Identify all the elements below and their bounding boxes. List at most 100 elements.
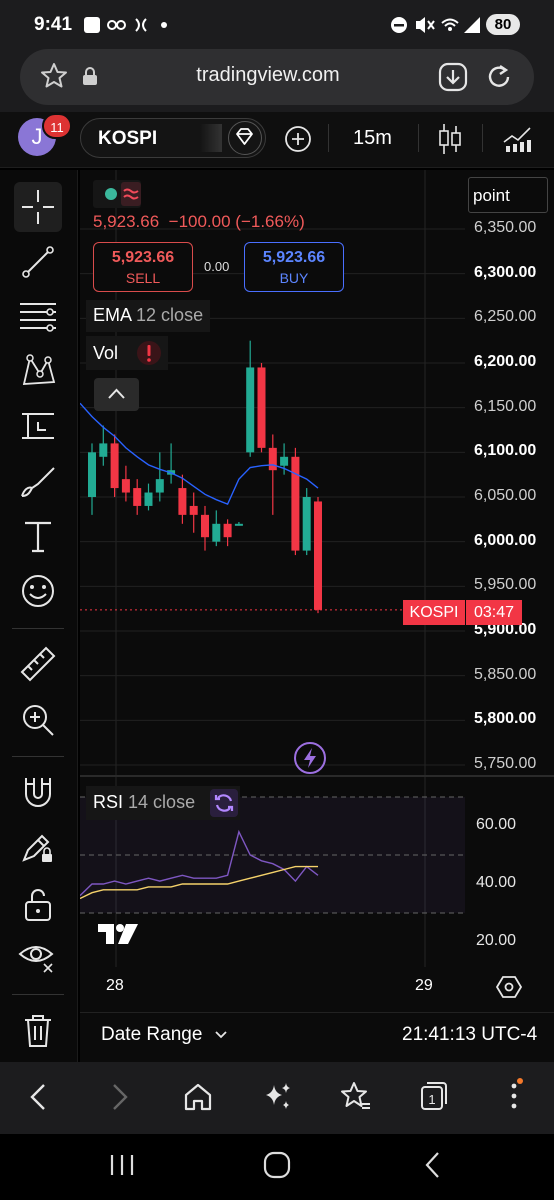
magnet-icon[interactable]: [20, 774, 56, 810]
candle-body: [189, 505, 198, 515]
pattern-tool-icon[interactable]: [18, 352, 58, 390]
fib-retracement-icon[interactable]: [18, 298, 58, 334]
x-axis-label: 28: [106, 977, 124, 994]
unlock-icon[interactable]: [22, 886, 54, 922]
download-icon[interactable]: [438, 62, 468, 92]
rsi-axis-label: 20.00: [476, 932, 517, 949]
lock-icon: [83, 67, 97, 85]
date-range-button[interactable]: Date Range: [101, 1024, 228, 1046]
ema-params: 12 close: [136, 305, 204, 325]
candle-body: [110, 443, 119, 489]
trend-line-icon[interactable]: [20, 244, 56, 280]
system-home-icon[interactable]: [262, 1150, 292, 1180]
rsi-name: RSI: [93, 792, 124, 812]
interval-button[interactable]: 15m: [353, 127, 392, 150]
notification-icons: [84, 17, 167, 33]
vol-label: Vol: [93, 343, 119, 363]
crosshair-icon: [22, 190, 54, 224]
candle-body: [133, 488, 142, 506]
candle-body: [201, 514, 209, 538]
spread-value: 0.00: [204, 259, 230, 274]
compare-add-icon[interactable]: [283, 124, 313, 154]
candle-body: [234, 523, 243, 526]
timezone-clock[interactable]: 21:41:13 UTC-4: [402, 1024, 537, 1046]
price-axis-label: 5,750.00: [474, 755, 537, 772]
candle-body: [246, 367, 255, 453]
price-axis-label: 6,300.00: [474, 263, 537, 281]
refresh-indicator-icon[interactable]: [210, 789, 238, 817]
buy-button[interactable]: 5,923.66 BUY: [244, 242, 344, 292]
home-icon[interactable]: [182, 1081, 214, 1113]
tabs-icon[interactable]: 1: [418, 1080, 450, 1112]
ema-label: EMA 12 close: [93, 305, 203, 326]
lock-drawings-pencil-icon[interactable]: [20, 830, 56, 866]
buy-price: 5,923.66: [262, 249, 326, 266]
bookmark-star-icon[interactable]: [40, 62, 68, 90]
candle-body: [280, 456, 289, 466]
symbol-fade: [200, 124, 222, 152]
tradingview-logo: [98, 924, 138, 944]
url-text[interactable]: tradingview.com: [160, 64, 376, 87]
candle-body: [178, 488, 187, 515]
candle-body: [314, 501, 322, 610]
trash-icon[interactable]: [22, 1012, 54, 1048]
candle-body: [144, 492, 153, 506]
toolbar-divider: [328, 124, 329, 152]
rsi-params: 14 close: [128, 792, 196, 812]
system-status-icons: [391, 17, 480, 33]
price-axis-label: 6,350.00: [474, 219, 537, 236]
price-axis-label: 6,250.00: [474, 308, 537, 326]
price-axis-label: 6,050.00: [474, 487, 537, 504]
candle-body: [155, 479, 164, 493]
diamond-icon: [236, 128, 253, 145]
candle-body: [291, 456, 300, 551]
indicators-icon[interactable]: [502, 124, 534, 154]
system-back-icon[interactable]: [420, 1150, 446, 1180]
status-pill[interactable]: [93, 180, 141, 208]
status-time: 9:41: [34, 14, 73, 35]
candle-body: [268, 447, 277, 471]
reload-icon[interactable]: [484, 62, 514, 92]
price-change-line: 5,923.66 −100.00 (−1.66%): [93, 212, 305, 232]
candle-body: [99, 443, 108, 457]
candle-style-icon[interactable]: [437, 122, 463, 156]
emoji-icon[interactable]: [19, 572, 57, 610]
chart-settings-icon[interactable]: [496, 974, 522, 1000]
sell-label: SELL: [125, 270, 161, 286]
bookmarks-star-icon[interactable]: [340, 1080, 372, 1112]
sell-price: 5,923.66: [111, 249, 175, 266]
candle-body: [302, 497, 311, 551]
symbol-name: KOSPI: [98, 128, 158, 149]
ai-sparkle-icon[interactable]: [262, 1081, 294, 1113]
sidebar-divider: [12, 628, 64, 629]
rsi-label: RSI 14 close: [93, 792, 195, 813]
price-axis-label: 6,200.00: [474, 353, 537, 370]
toolbar-divider: [482, 124, 483, 152]
text-tool-icon[interactable]: [20, 518, 56, 556]
collapse-legend-button[interactable]: [94, 378, 139, 411]
market-status-icons: [105, 182, 141, 206]
lightning-icon[interactable]: [293, 741, 327, 775]
ruler-icon[interactable]: [18, 644, 58, 684]
sell-button[interactable]: 5,923.66 SELL: [93, 242, 193, 292]
buy-label: BUY: [279, 270, 309, 286]
zoom-in-icon[interactable]: [20, 702, 56, 738]
forward-icon[interactable]: [104, 1082, 134, 1112]
back-icon[interactable]: [24, 1082, 54, 1112]
price-axis-label: 5,800.00: [474, 710, 537, 728]
diamond-button[interactable]: [228, 121, 262, 155]
recent-apps-icon[interactable]: [108, 1152, 136, 1178]
crosshair-tool[interactable]: [14, 182, 62, 232]
sidebar-divider: [12, 756, 64, 757]
more-menu-icon[interactable]: [504, 1078, 524, 1114]
candle-body: [88, 452, 96, 497]
candle-body: [121, 479, 130, 493]
price-axis-label: 5,950.00: [474, 576, 537, 594]
price-axis-label: 6,150.00: [474, 397, 537, 415]
svg-text:1: 1: [428, 1092, 435, 1107]
visibility-eye-icon[interactable]: [18, 938, 58, 974]
brush-icon[interactable]: [18, 464, 58, 502]
error-alert-icon[interactable]: [136, 340, 162, 366]
rsi-axis-label: 60.00: [476, 816, 517, 833]
projection-tool-icon[interactable]: [18, 408, 58, 444]
